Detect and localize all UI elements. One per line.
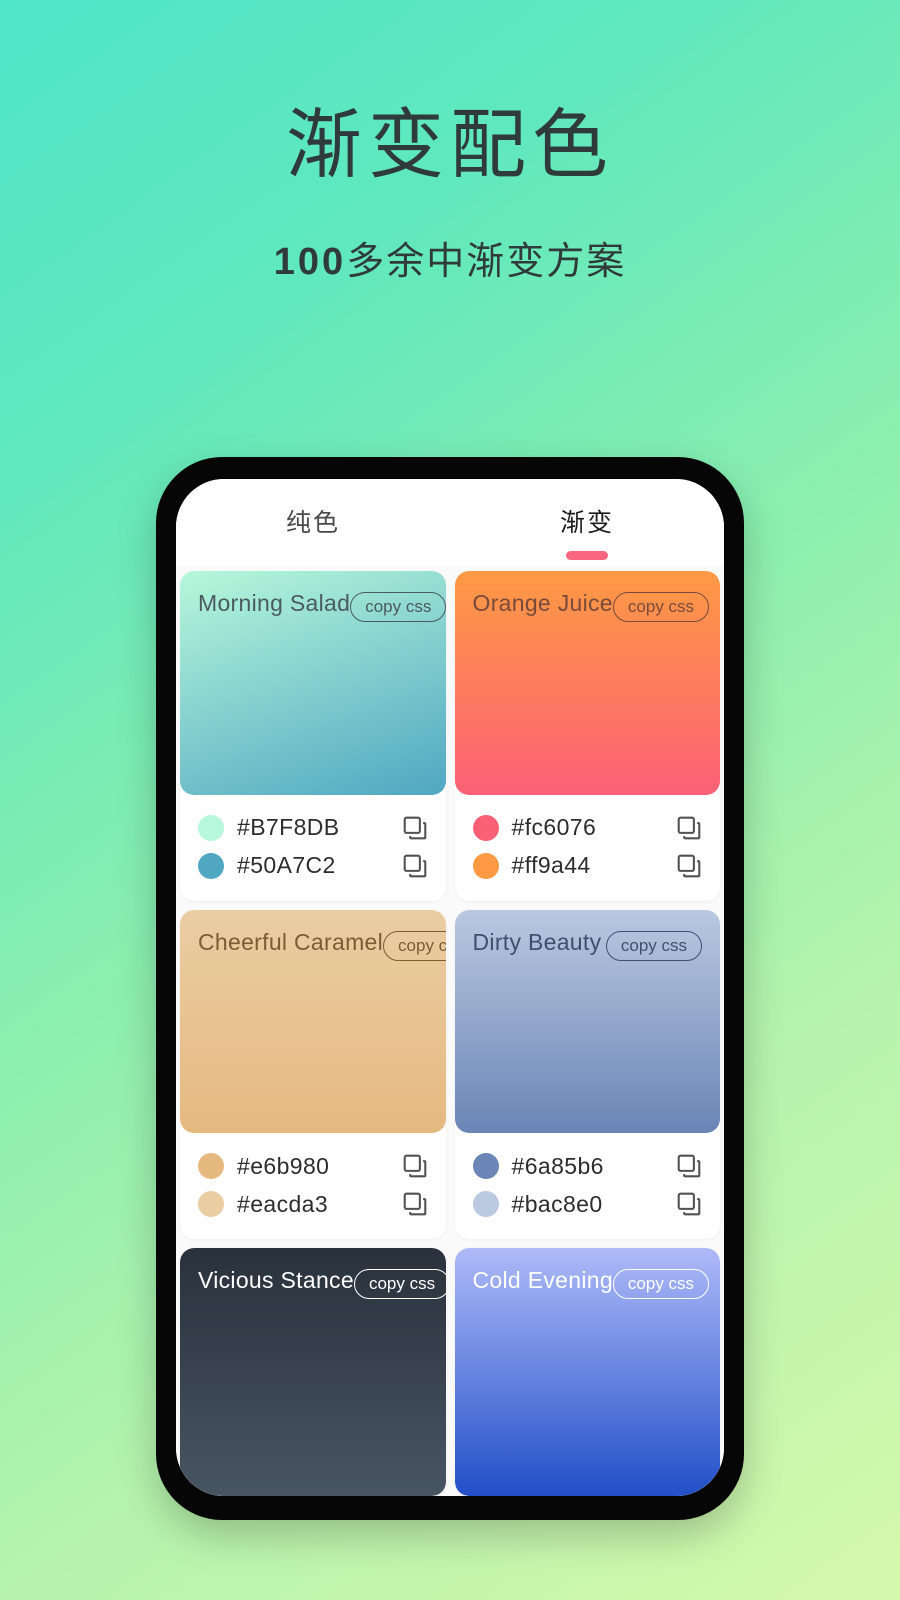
phone-mockup: 纯色 渐变 Morning Salad copy css #B7F8DB #50A7C… xyxy=(156,457,744,1520)
card-color-list: #e6b980 #eacda3 xyxy=(180,1133,446,1239)
gradient-card[interactable]: Vicious Stance copy css xyxy=(180,1248,446,1496)
color-swatch-row: #50A7C2 xyxy=(198,847,428,885)
gradient-name: Morning Salad xyxy=(198,590,351,616)
copy-css-button[interactable]: copy css xyxy=(612,1269,710,1299)
tab-gradient-label: 渐变 xyxy=(559,509,614,537)
color-swatch-row: #B7F8DB xyxy=(198,809,428,847)
copy-icon[interactable] xyxy=(402,853,428,879)
color-hex-value: #ff9a44 xyxy=(511,852,591,878)
color-swatch-row: #eacda3 xyxy=(198,1185,428,1223)
hero-header: 渐变配色 100多余中渐变方案 xyxy=(0,0,900,285)
color-hex-value: #bac8e0 xyxy=(511,1190,603,1217)
color-dot xyxy=(198,1191,224,1217)
color-swatch-row: #6a85b6 xyxy=(472,1147,703,1185)
copy-icon[interactable] xyxy=(676,815,702,841)
tab-gradient[interactable]: 渐变 xyxy=(450,503,724,560)
color-swatch-row: #ff9a44 xyxy=(472,847,703,885)
page-title: 渐变配色 xyxy=(286,103,614,188)
color-hex-value: #fc6076 xyxy=(511,814,597,840)
color-hex-value: #6a85b6 xyxy=(511,1152,604,1179)
copy-css-button[interactable]: copy css xyxy=(612,592,710,622)
copy-icon[interactable] xyxy=(676,1153,702,1179)
color-hex-value: #eacda3 xyxy=(237,1190,329,1217)
copy-css-button[interactable]: copy css xyxy=(350,592,446,622)
gradient-preview[interactable]: Dirty Beauty copy css xyxy=(454,909,720,1133)
tab-bar: 纯色 渐变 xyxy=(176,479,724,565)
color-dot xyxy=(472,1191,499,1217)
gradient-preview[interactable]: Vicious Stance copy css xyxy=(180,1248,446,1496)
color-dot xyxy=(198,852,224,879)
color-dot xyxy=(472,814,499,841)
color-hex-value: #B7F8DB xyxy=(237,814,340,840)
copy-icon[interactable] xyxy=(402,815,428,841)
copy-icon[interactable] xyxy=(402,1153,428,1179)
tab-indicator-active xyxy=(566,551,608,560)
gradient-name: Cheerful Caramel xyxy=(198,928,384,955)
gradient-card-grid: Morning Salad copy css #B7F8DB #50A7C2 Orang… xyxy=(176,565,724,1496)
copy-css-button[interactable]: copy css xyxy=(353,1269,446,1299)
gradient-preview[interactable]: Cold Evening copy css xyxy=(454,1248,720,1496)
card-color-list: #B7F8DB #50A7C2 xyxy=(180,795,446,901)
gradient-card[interactable]: Morning Salad copy css #B7F8DB #50A7C2 xyxy=(180,571,446,901)
copy-icon[interactable] xyxy=(676,853,702,879)
page-subtitle: 100多余中渐变方案 xyxy=(0,230,900,285)
tab-solid-color[interactable]: 纯色 xyxy=(176,503,450,539)
gradient-card[interactable]: Cheerful Caramelcopy css #e6b980 #eacda3 xyxy=(180,909,446,1239)
tab-solid-color-label: 纯色 xyxy=(285,509,340,537)
phone-screen: 纯色 渐变 Morning Salad copy css #B7F8DB #50A7C… xyxy=(176,479,724,1496)
color-dot xyxy=(472,852,499,879)
card-color-list: #6a85b6 #bac8e0 xyxy=(455,1133,721,1239)
gradient-card[interactable]: Orange Juice copy css #fc6076 #ff9a44 xyxy=(454,571,721,901)
gradient-name: Orange Juice xyxy=(472,590,613,616)
color-dot xyxy=(198,814,224,841)
gradient-preview[interactable]: Morning Salad copy css xyxy=(180,571,446,795)
gradient-name: Vicious Stance xyxy=(198,1267,354,1293)
gradient-card[interactable]: Dirty Beauty copy css #6a85b6 #bac8e0 xyxy=(454,909,721,1239)
copy-icon[interactable] xyxy=(676,1191,702,1217)
gradient-name: Cold Evening xyxy=(472,1267,613,1293)
gradient-card[interactable]: Cold Evening copy css xyxy=(454,1248,720,1496)
gradient-name: Dirty Beauty xyxy=(472,928,602,955)
color-dot xyxy=(472,1153,499,1179)
color-swatch-row: #e6b980 xyxy=(198,1147,428,1185)
card-color-list: #fc6076 #ff9a44 xyxy=(455,795,721,901)
color-swatch-row: #bac8e0 xyxy=(472,1185,703,1223)
color-hex-value: #e6b980 xyxy=(237,1152,330,1179)
gradient-preview[interactable]: Cheerful Caramelcopy css xyxy=(180,909,446,1133)
copy-css-button[interactable]: copy css xyxy=(605,930,702,961)
copy-icon[interactable] xyxy=(402,1191,428,1217)
subtitle-text: 多余中渐变方案 xyxy=(346,241,627,283)
gradient-preview[interactable]: Orange Juice copy css xyxy=(454,571,720,795)
copy-css-button[interactable]: copy css xyxy=(383,930,446,961)
subtitle-count: 100 xyxy=(273,241,347,283)
color-dot xyxy=(198,1153,224,1179)
color-swatch-row: #fc6076 xyxy=(472,809,703,847)
color-hex-value: #50A7C2 xyxy=(237,852,336,878)
